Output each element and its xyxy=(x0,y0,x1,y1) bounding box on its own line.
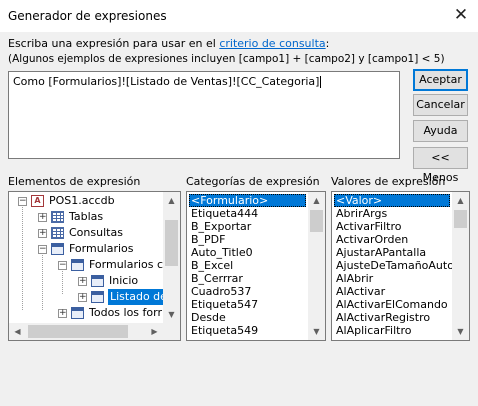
list-item[interactable]: B_Excel xyxy=(189,259,306,272)
values-list[interactable]: <Valor> AbrirArgs ActivarFiltro ActivarOrde… xyxy=(331,191,470,341)
tree-item-todos-los-forr[interactable]: Todos los forr xyxy=(89,305,162,321)
query-criteria-link[interactable]: criterio de consulta xyxy=(219,37,325,50)
less-button[interactable]: << Menos xyxy=(413,147,468,184)
list-item[interactable]: AjusteDeTamañoAutom xyxy=(334,259,465,272)
help-button[interactable]: Ayuda xyxy=(413,120,468,142)
expander-toggle[interactable]: + xyxy=(78,293,87,302)
scroll-down-icon[interactable]: ▼ xyxy=(308,323,325,340)
scroll-thumb[interactable] xyxy=(28,325,128,338)
expander-toggle[interactable]: − xyxy=(58,261,67,270)
expander-toggle[interactable]: + xyxy=(58,309,67,318)
categories-header: Categorías de expresión xyxy=(186,175,320,188)
list-item[interactable]: ActivarOrden xyxy=(334,233,450,246)
expander-toggle[interactable]: + xyxy=(78,277,87,286)
scroll-down-icon[interactable]: ▼ xyxy=(163,306,180,323)
tree-item-formularios[interactable]: Formularios xyxy=(69,241,134,257)
expression-input[interactable]: Como [Formularios]![Listado de Ventas]![… xyxy=(8,71,400,159)
list-item[interactable]: AjustarAPantalla xyxy=(334,246,450,259)
instruction-suffix: : xyxy=(325,37,330,50)
scroll-left-icon[interactable]: ◀ xyxy=(9,323,26,340)
list-item[interactable]: B_Cerrrar xyxy=(189,272,306,285)
elements-tree[interactable]: − A POS1.accdb + Tablas + Consultas − Fo… xyxy=(8,191,181,341)
categories-list[interactable]: <Formulario> Etiqueta444 B_Exportar B_PDF Au… xyxy=(186,191,326,341)
tree-item-pos1[interactable]: POS1.accdb xyxy=(49,193,115,209)
vertical-scrollbar[interactable]: ▲ ▼ xyxy=(308,192,325,340)
list-item[interactable]: B_Exportar xyxy=(189,220,306,233)
list-item[interactable]: AlAplicarFiltro xyxy=(334,324,450,337)
list-item[interactable]: AlActivar xyxy=(334,285,450,298)
expression-text: Como [Formularios]![Listado de Ventas]![… xyxy=(13,75,320,88)
expander-toggle[interactable]: + xyxy=(38,213,47,222)
form-icon xyxy=(71,307,84,319)
tree-item-tablas[interactable]: Tablas xyxy=(69,209,103,225)
list-item[interactable]: Etiqueta549 xyxy=(189,324,306,337)
cancel-button[interactable]: Cancelar xyxy=(413,94,468,116)
list-item[interactable]: AlActivarRegistro xyxy=(334,311,450,324)
database-icon: A xyxy=(31,195,44,207)
list-item[interactable]: AbrirArgs xyxy=(334,207,450,220)
tree-connector xyxy=(22,204,23,310)
elements-header: Elementos de expresión xyxy=(8,175,141,188)
instruction-prefix: Escriba una expresión para usar en el xyxy=(8,37,220,50)
scroll-down-icon[interactable]: ▼ xyxy=(452,323,469,340)
expander-toggle[interactable]: − xyxy=(38,245,47,254)
form-icon xyxy=(91,275,104,287)
scroll-thumb[interactable] xyxy=(165,220,178,266)
window-title: Generador de expresiones xyxy=(8,9,167,23)
tree-connector xyxy=(42,252,43,310)
list-item[interactable]: Desde xyxy=(189,311,306,324)
list-item[interactable]: B_PDF xyxy=(189,233,306,246)
scroll-right-icon[interactable]: ▶ xyxy=(146,323,163,340)
horizontal-scrollbar[interactable]: ◀ ▶ xyxy=(9,323,163,340)
list-item[interactable]: <Valor> xyxy=(334,194,450,207)
scroll-up-icon[interactable]: ▲ xyxy=(163,192,180,209)
text-caret xyxy=(320,76,322,88)
list-item[interactable]: Etiqueta444 xyxy=(189,207,306,220)
tree-item-formularios-ca[interactable]: Formularios ca xyxy=(89,257,170,273)
instruction-line-1: Escriba una expresión para usar en el cr… xyxy=(8,37,329,50)
tree-item-consultas[interactable]: Consultas xyxy=(69,225,123,241)
table-icon xyxy=(51,211,64,223)
form-icon xyxy=(71,259,84,271)
vertical-scrollbar[interactable]: ▲ ▼ xyxy=(163,192,180,323)
tree-item-inicio[interactable]: Inicio xyxy=(109,273,138,289)
expander-toggle[interactable]: + xyxy=(38,229,47,238)
instruction-line-2: (Algunos ejemplos de expresiones incluye… xyxy=(8,53,445,65)
form-icon xyxy=(91,291,104,303)
ok-button[interactable]: Aceptar xyxy=(413,69,468,91)
list-item[interactable]: ActivarFiltro xyxy=(334,220,450,233)
scroll-up-icon[interactable]: ▲ xyxy=(308,192,325,209)
expander-toggle[interactable]: − xyxy=(18,197,27,206)
list-item[interactable]: AlAbrir xyxy=(334,272,450,285)
vertical-scrollbar[interactable]: ▲ ▼ xyxy=(452,192,469,340)
tree-item-listado-de[interactable]: Listado de xyxy=(108,289,169,305)
scroll-thumb[interactable] xyxy=(454,210,467,228)
list-item[interactable]: Etiqueta547 xyxy=(189,298,306,311)
close-icon[interactable]: ✕ xyxy=(450,4,472,26)
scroll-up-icon[interactable]: ▲ xyxy=(452,192,469,209)
form-icon xyxy=(51,243,64,255)
query-icon xyxy=(51,227,64,239)
scroll-thumb[interactable] xyxy=(310,210,323,232)
list-item[interactable]: <Formulario> xyxy=(189,194,306,207)
scroll-corner xyxy=(163,323,180,340)
tree-connector xyxy=(62,268,63,294)
list-item[interactable]: Auto_Title0 xyxy=(189,246,306,259)
list-item[interactable]: AlActivarElComando xyxy=(334,298,450,311)
list-item[interactable]: Cuadro537 xyxy=(189,285,306,298)
values-header: Valores de expresión xyxy=(331,175,446,188)
